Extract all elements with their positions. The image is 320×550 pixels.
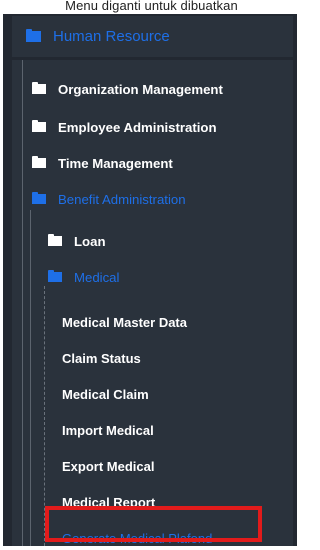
- page-caption: Menu diganti untuk dibuatkan: [65, 0, 238, 13]
- sidebar-item-organization-management[interactable]: Organization Management: [32, 77, 223, 101]
- folder-open-icon: [32, 192, 46, 204]
- sidebar-item-time-management[interactable]: Time Management: [32, 151, 173, 175]
- sidebar-item-label: Employee Administration: [58, 119, 217, 135]
- sidebar-item-label: Medical: [74, 269, 120, 285]
- tree-line: [22, 60, 23, 546]
- sidebar-item-medical[interactable]: Medical: [48, 265, 119, 289]
- sidebar-item-label: Time Management: [58, 155, 173, 171]
- folder-icon: [26, 29, 41, 42]
- sidebar-item-benefit-administration[interactable]: Benefit Administration: [32, 187, 186, 211]
- sidebar-header-label: Human Resource: [53, 28, 170, 45]
- folder-icon: [32, 120, 46, 132]
- sidebar-item-import-medical[interactable]: Import Medical: [62, 418, 154, 442]
- sidebar-item-label: Import Medical: [62, 422, 154, 438]
- sidebar-item-label: Medical Claim: [62, 386, 149, 402]
- sidebar-item-medical-claim[interactable]: Medical Claim: [62, 382, 149, 406]
- sidebar-item-label: Export Medical: [62, 458, 155, 474]
- folder-icon: [32, 156, 46, 168]
- folder-icon: [32, 82, 46, 94]
- sidebar-item-label: Benefit Administration: [58, 191, 186, 207]
- sidebar-item-medical-master-data[interactable]: Medical Master Data: [62, 310, 187, 334]
- sidebar-item-export-medical[interactable]: Export Medical: [62, 454, 154, 478]
- sidebar-item-label: Medical Master Data: [62, 314, 187, 330]
- highlight-box: [45, 506, 262, 542]
- sidebar-item-employee-administration[interactable]: Employee Administration: [32, 115, 217, 139]
- human-resource-submenu: Organization Management Employee Adminis…: [12, 60, 293, 546]
- folder-open-icon: [48, 270, 62, 282]
- tree-line: [30, 210, 31, 546]
- sidebar-item-claim-status[interactable]: Claim Status: [62, 346, 141, 370]
- folder-icon: [48, 234, 62, 246]
- sidebar-item-loan[interactable]: Loan: [48, 229, 106, 253]
- sidebar-header-human-resource[interactable]: Human Resource: [12, 16, 293, 57]
- sidebar-item-label: Organization Management: [58, 81, 223, 97]
- sidebar-item-label: Loan: [74, 233, 106, 249]
- sidebar-item-label: Claim Status: [62, 350, 141, 366]
- sidebar-panel: Human Resource Organization Management E…: [3, 14, 297, 546]
